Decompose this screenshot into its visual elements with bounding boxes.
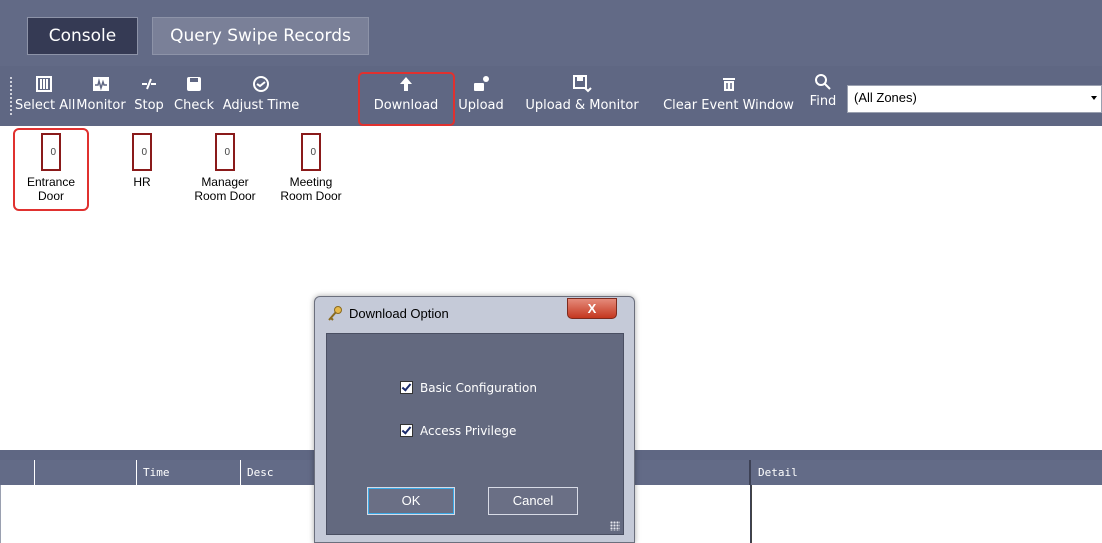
adjust-time-button[interactable]: Adjust Time bbox=[221, 66, 301, 126]
select-all-button[interactable]: Select All bbox=[15, 66, 76, 126]
dialog-client: Basic Configuration Access Privilege OK … bbox=[326, 333, 624, 535]
clock-icon bbox=[253, 76, 269, 92]
door-label-line1: Meeting bbox=[289, 175, 333, 189]
upload-button[interactable]: Upload bbox=[455, 66, 507, 126]
download-option-dialog: Download Option X Basic Configuration Ac… bbox=[314, 296, 635, 543]
monitor-icon bbox=[93, 77, 109, 91]
door-label-line2: Room Door bbox=[280, 189, 342, 203]
check-icon bbox=[187, 77, 201, 91]
door-count: 0 bbox=[224, 147, 230, 158]
clear-event-window-label: Clear Event Window bbox=[663, 98, 794, 113]
access-privilege-label: Access Privilege bbox=[420, 424, 517, 438]
door-icon: 0 bbox=[215, 133, 235, 171]
basic-configuration-label: Basic Configuration bbox=[420, 381, 537, 395]
stop-label: Stop bbox=[134, 98, 164, 113]
search-icon bbox=[815, 74, 831, 90]
tab-query-swipe-records[interactable]: Query Swipe Records bbox=[152, 17, 369, 55]
stop-button[interactable]: Stop bbox=[131, 66, 167, 126]
keys-icon bbox=[328, 306, 342, 321]
door-meeting-room[interactable]: 0 Meeting Room Door bbox=[269, 133, 353, 203]
column-desc-label: Desc bbox=[247, 466, 274, 479]
column-time[interactable]: Time bbox=[136, 460, 240, 485]
zone-select-value: (All Zones) bbox=[854, 90, 917, 105]
column-blank[interactable] bbox=[34, 460, 136, 485]
door-icon: 0 bbox=[132, 133, 152, 171]
adjust-time-label: Adjust Time bbox=[222, 98, 300, 113]
door-manager-room[interactable]: 0 Manager Room Door bbox=[186, 133, 264, 203]
entrance-door-highlight bbox=[13, 128, 89, 211]
chevron-down-icon[interactable] bbox=[1091, 96, 1097, 100]
toolbar-grip[interactable] bbox=[9, 76, 13, 116]
upload-monitor-label: Upload & Monitor bbox=[525, 98, 639, 113]
select-all-icon bbox=[36, 76, 52, 92]
monitor-button[interactable]: Monitor bbox=[75, 66, 127, 126]
door-label: Manager Room Door bbox=[186, 175, 264, 203]
find-button[interactable]: Find bbox=[805, 66, 841, 126]
zone-select[interactable]: (All Zones) bbox=[847, 85, 1102, 113]
top-tab-bar: Console Query Swipe Records bbox=[0, 0, 1102, 66]
door-icon: 0 bbox=[301, 133, 321, 171]
checkbox-checked-icon bbox=[400, 424, 413, 437]
door-label-line2: Room Door bbox=[194, 189, 256, 203]
upload-label: Upload bbox=[458, 98, 504, 113]
dialog-title: Download Option bbox=[349, 306, 449, 321]
detail-panel[interactable] bbox=[751, 485, 1102, 543]
door-hr[interactable]: 0 HR bbox=[110, 133, 174, 189]
monitor-label: Monitor bbox=[76, 98, 126, 113]
tab-console[interactable]: Console bbox=[27, 17, 138, 55]
ok-button[interactable]: OK bbox=[367, 487, 455, 515]
door-label: Meeting Room Door bbox=[269, 175, 353, 203]
upload-icon bbox=[474, 76, 489, 91]
upload-monitor-button[interactable]: Upload & Monitor bbox=[514, 66, 650, 126]
checkbox-checked-icon bbox=[400, 381, 413, 394]
trash-icon bbox=[722, 78, 735, 91]
door-label-line1: HR bbox=[133, 175, 151, 189]
door-count: 0 bbox=[141, 147, 147, 158]
resize-grip-icon[interactable] bbox=[610, 521, 620, 531]
check-button[interactable]: Check bbox=[170, 66, 218, 126]
door-count: 0 bbox=[310, 147, 316, 158]
access-privilege-checkbox[interactable]: Access Privilege bbox=[400, 424, 516, 438]
select-all-label: Select All bbox=[15, 98, 76, 113]
stop-icon bbox=[142, 78, 156, 90]
basic-configuration-checkbox[interactable]: Basic Configuration bbox=[400, 381, 537, 395]
door-label: HR bbox=[110, 175, 174, 189]
door-label-line1: Manager bbox=[201, 175, 249, 189]
download-highlight bbox=[358, 72, 455, 126]
check-label: Check bbox=[174, 98, 214, 113]
column-time-label: Time bbox=[143, 466, 170, 479]
upload-monitor-icon bbox=[573, 75, 592, 93]
cancel-button[interactable]: Cancel bbox=[488, 487, 578, 515]
close-button[interactable]: X bbox=[567, 298, 617, 319]
clear-event-window-button[interactable]: Clear Event Window bbox=[654, 66, 803, 126]
detail-header: Detail bbox=[751, 460, 1102, 485]
close-icon: X bbox=[587, 301, 597, 316]
detail-label: Detail bbox=[758, 466, 798, 479]
find-label: Find bbox=[809, 94, 837, 109]
